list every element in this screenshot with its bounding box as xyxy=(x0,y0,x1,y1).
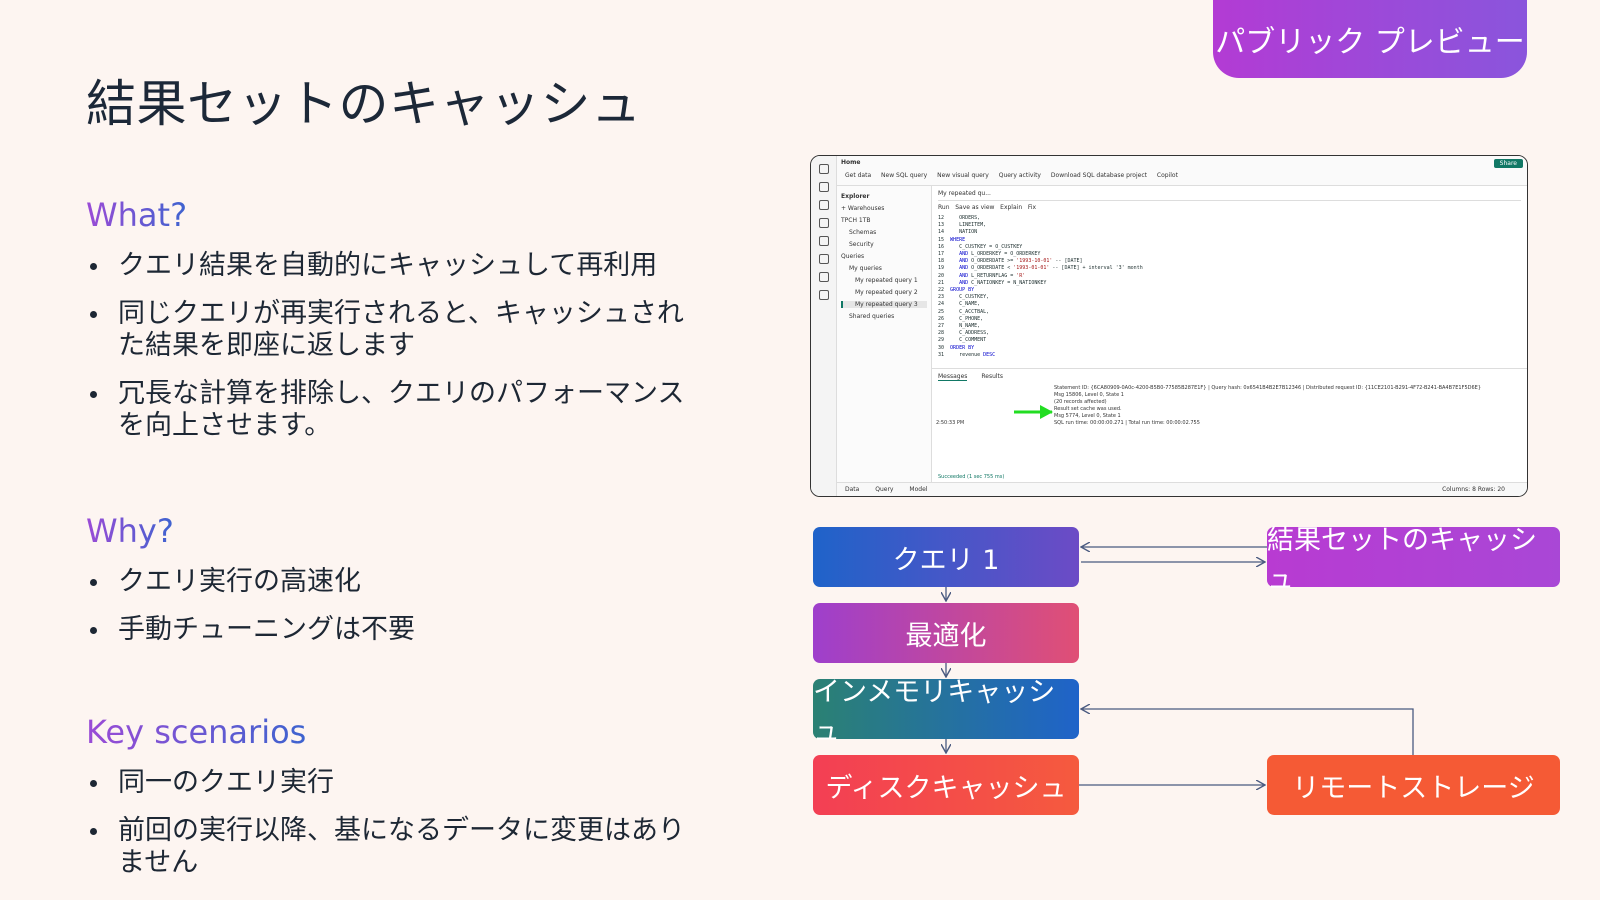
explorer-item: + Warehouses xyxy=(841,205,885,212)
message-log: Statement ID: {6CA80909-0A0c-4200-B5B0-7… xyxy=(1054,385,1481,427)
what-bullet-3: 冗長な計算を排除し、クエリのパフォーマンスを向上させます。 xyxy=(86,378,706,442)
log-timestamp: 2:50:33 PM xyxy=(936,420,965,426)
query-activity-button: Query activity xyxy=(998,172,1041,179)
why-bullet-2: 手動チューニングは不要 xyxy=(86,614,706,646)
key-scenarios-bullet-list: 同一のクエリ実行 前回の実行以降、基になるデータに変更はありません xyxy=(86,767,706,895)
section-heading-key-scenarios: Key scenarios xyxy=(86,713,307,751)
data-tab: Data xyxy=(845,486,860,493)
editor-toolbar: Run Save as view Explain Fix xyxy=(938,204,1521,211)
section-heading-what: What? xyxy=(86,196,188,234)
metrics-icon xyxy=(818,254,829,264)
browse-icon xyxy=(818,200,829,210)
get-data-button: Get data xyxy=(845,172,872,179)
disk-cache-box: ディスクキャッシュ xyxy=(813,755,1079,815)
slide-title: 結果セットのキャッシュ xyxy=(86,75,642,133)
explorer-item: TPCH 1TB xyxy=(841,217,871,224)
query-bottom-tab: Query xyxy=(875,486,894,493)
onelake-icon xyxy=(818,218,829,228)
public-preview-badge: パブリック プレビュー xyxy=(1213,0,1527,78)
messages-tab: Messages xyxy=(938,373,968,381)
columns-rows-count: Columns: 8 Rows: 20 xyxy=(1442,486,1505,493)
new-visual-query-button: New visual query xyxy=(937,172,989,179)
explorer-item: Shared queries xyxy=(849,313,895,320)
save-as-view-button: Save as view xyxy=(955,204,995,211)
what-bullet-list: クエリ結果を自動的にキャッシュして再利用 同じクエリが再実行されると、キャッシュ… xyxy=(86,250,706,458)
home-icon xyxy=(818,164,829,174)
why-bullet-1: クエリ実行の高速化 xyxy=(86,566,706,598)
fix-button: Fix xyxy=(1027,204,1037,211)
log-line: Statement ID: {6CA80909-0A0c-4200-B5B0-7… xyxy=(1054,385,1481,391)
explorer-item-selected: My repeated query 3 xyxy=(841,301,927,308)
what-bullet-2: 同じクエリが再実行されると、キャッシュされた結果を即座に返します xyxy=(86,298,706,362)
remote-storage-box: リモートストレージ xyxy=(1267,755,1560,815)
sql-editor: My repeated qu... Run Save as view Expla… xyxy=(932,186,1527,364)
slide: パブリック プレビュー 結果セットのキャッシュ What? クエリ結果を自動的に… xyxy=(0,0,1600,900)
monitor-icon xyxy=(818,272,829,282)
explorer-item: My repeated query 1 xyxy=(855,277,918,284)
log-line: Msg 15806, Level 0, State 1 xyxy=(1054,392,1124,398)
optimization-box: 最適化 xyxy=(813,603,1079,663)
ribbon-items: Get data New SQL query New visual query … xyxy=(845,172,1186,179)
query-1-box: クエリ 1 xyxy=(813,527,1079,587)
explorer-item: My queries xyxy=(849,265,882,272)
results-tabs: Messages Results xyxy=(938,373,1521,381)
arrow-remote-to-memory xyxy=(1081,709,1414,755)
model-tab: Model xyxy=(909,486,928,493)
explorer-item: My repeated query 2 xyxy=(855,289,918,296)
explorer-pane: Explorer + Warehouses TPCH 1TB Schemas S… xyxy=(837,186,932,482)
sql-code: 12 ORDERS, 13 LINEITEM, 14 NATION 15 WHE… xyxy=(938,215,1143,358)
create-icon xyxy=(818,182,829,192)
log-line: Msg 5774, Level 0, State 1 xyxy=(1054,413,1121,419)
explorer-item: Queries xyxy=(841,253,865,260)
what-bullet-1: クエリ結果を自動的にキャッシュして再利用 xyxy=(86,250,706,282)
in-memory-cache-box: インメモリキャッシュ xyxy=(813,677,1079,747)
result-set-cache-box: 結果セットのキャッシュ xyxy=(1267,525,1560,595)
ribbon: Home Get data New SQL query New visual q… xyxy=(837,156,1527,186)
ribbon-home-tab: Home xyxy=(841,159,861,166)
messages-pane: Messages Results 2:50:33 PM Statement ID… xyxy=(932,368,1527,482)
key-scenario-bullet-1: 同一のクエリ実行 xyxy=(86,767,706,799)
share-button: Share xyxy=(1493,159,1523,168)
results-tab: Results xyxy=(981,373,1004,380)
explain-button: Explain xyxy=(1000,204,1023,211)
log-line-result-cache: Result set cache was used. xyxy=(1054,406,1122,412)
why-bullet-list: クエリ実行の高速化 手動チューニングは不要 xyxy=(86,566,706,662)
explorer-item: Schemas xyxy=(849,229,877,236)
section-heading-why: Why? xyxy=(86,512,174,550)
copilot-button: Copilot xyxy=(1156,172,1178,179)
log-line: (20 records affected) xyxy=(1054,399,1107,405)
left-nav-rail xyxy=(811,156,837,496)
download-sql-project-button: Download SQL database project xyxy=(1050,172,1147,179)
warehouse-query-editor-screenshot: Home Get data New SQL query New visual q… xyxy=(810,155,1528,497)
explorer-item: Security xyxy=(849,241,874,248)
new-sql-query-button: New SQL query xyxy=(881,172,928,179)
learn-icon xyxy=(818,290,829,300)
apps-icon xyxy=(818,236,829,246)
explorer-title: Explorer xyxy=(841,193,870,200)
query-tab: My repeated qu... xyxy=(938,190,1521,201)
run-button: Run xyxy=(938,204,950,211)
key-scenario-bullet-2: 前回の実行以降、基になるデータに変更はありません xyxy=(86,815,706,879)
log-line: SQL run time: 00:00:00.271 | Total run t… xyxy=(1054,420,1200,426)
bottom-tabs: Data Query Model Columns: 8 Rows: 20 xyxy=(837,482,1527,496)
status-bar: Succeeded (1 sec 755 ms) xyxy=(938,474,1005,480)
